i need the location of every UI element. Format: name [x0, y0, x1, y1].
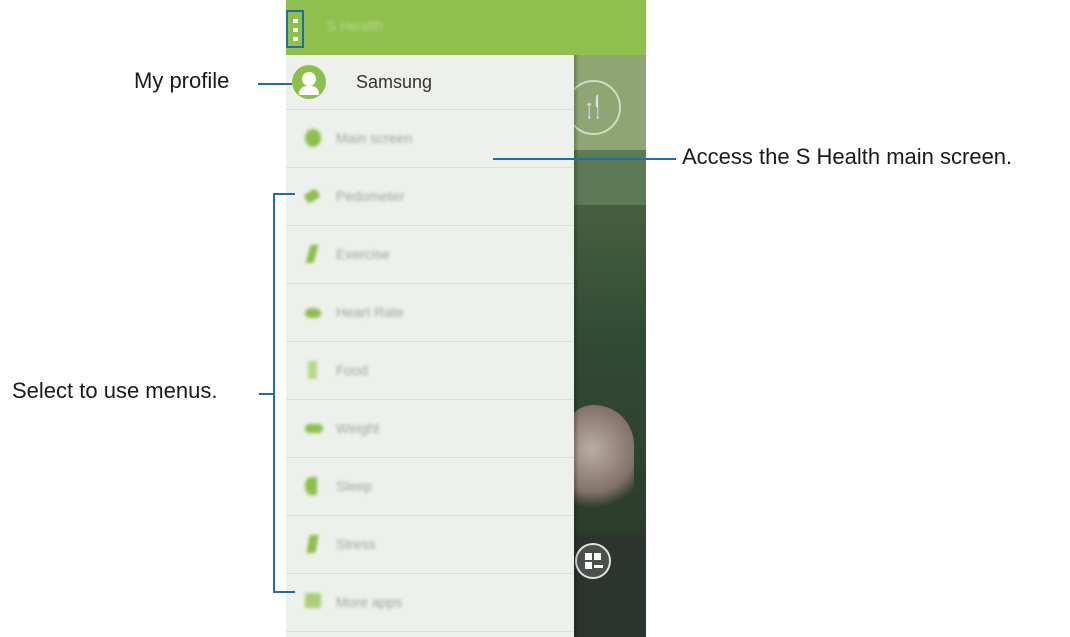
callout-bracket-top — [273, 193, 295, 195]
drawer-item-label: Heart Rate — [336, 304, 404, 320]
moon-icon — [305, 477, 317, 495]
home-circle-icon — [305, 129, 321, 147]
drawer-item-label: Sleep — [336, 478, 372, 494]
drawer-item-heart-rate[interactable]: Heart Rate — [286, 284, 574, 342]
avatar-body — [299, 86, 319, 95]
callout-line — [493, 158, 676, 160]
menu-bar-icon — [293, 19, 298, 23]
plus-icon — [594, 565, 603, 568]
drawer-item-food[interactable]: Food — [286, 342, 574, 400]
drawer-item-label: Main screen — [336, 130, 413, 146]
grid-square-icon — [585, 562, 592, 569]
callout-bracket-bottom — [273, 591, 295, 593]
drawer-item-label: Stress — [336, 536, 376, 552]
add-tracker-button[interactable] — [575, 543, 611, 579]
callout-main-screen: Access the S Health main screen. — [682, 144, 1013, 169]
drawer-item-exercise[interactable]: Exercise — [286, 226, 574, 284]
cyclist-figure — [574, 405, 634, 515]
scale-icon — [305, 424, 323, 433]
shoe-icon — [303, 188, 321, 204]
phone-screen: S Health 🍴 Samsung Main screen Pedometer… — [286, 0, 646, 637]
drawer-menu-button[interactable] — [286, 10, 304, 48]
navigation-drawer: Samsung Main screen Pedometer Exercise H… — [286, 55, 574, 637]
app-title: S Health — [326, 18, 384, 35]
dashboard-background: 🍴 — [574, 55, 646, 637]
menu-bar-icon — [293, 28, 298, 32]
drawer-item-label: Food — [336, 362, 368, 378]
avatar-face — [302, 72, 316, 86]
drawer-item-more-apps[interactable]: More apps — [286, 574, 574, 632]
callout-my-profile: My profile — [134, 68, 230, 93]
cup-icon — [308, 361, 317, 379]
runner-icon — [305, 245, 319, 263]
callout-bracket — [273, 193, 275, 593]
drawer-item-pedometer[interactable]: Pedometer — [286, 168, 574, 226]
cyclist-photo — [574, 205, 646, 637]
grid-square-icon — [594, 553, 601, 560]
drawer-item-weight[interactable]: Weight — [286, 400, 574, 458]
action-bar: S Health — [286, 0, 646, 55]
profile-row[interactable]: Samsung — [286, 55, 574, 110]
drawer-item-label: Pedometer — [336, 188, 405, 204]
drawer-shadow — [574, 55, 579, 637]
heart-icon — [305, 308, 321, 318]
drawer-item-stress[interactable]: Stress — [286, 516, 574, 574]
callout-line — [258, 83, 292, 85]
drawer-item-label: Weight — [336, 420, 380, 436]
profile-name: Samsung — [356, 72, 433, 92]
drawer-item-label: More apps — [336, 594, 403, 610]
drawer-item-sleep[interactable]: Sleep — [286, 458, 574, 516]
grid-square-icon — [585, 553, 592, 560]
menu-bar-icon — [293, 37, 298, 41]
avatar[interactable] — [292, 65, 326, 99]
callout-menus: Select to use menus. — [12, 378, 218, 403]
grid-icon — [305, 593, 321, 608]
callout-line — [259, 393, 273, 395]
drawer-item-label: Exercise — [336, 246, 390, 262]
stress-icon — [306, 535, 319, 553]
